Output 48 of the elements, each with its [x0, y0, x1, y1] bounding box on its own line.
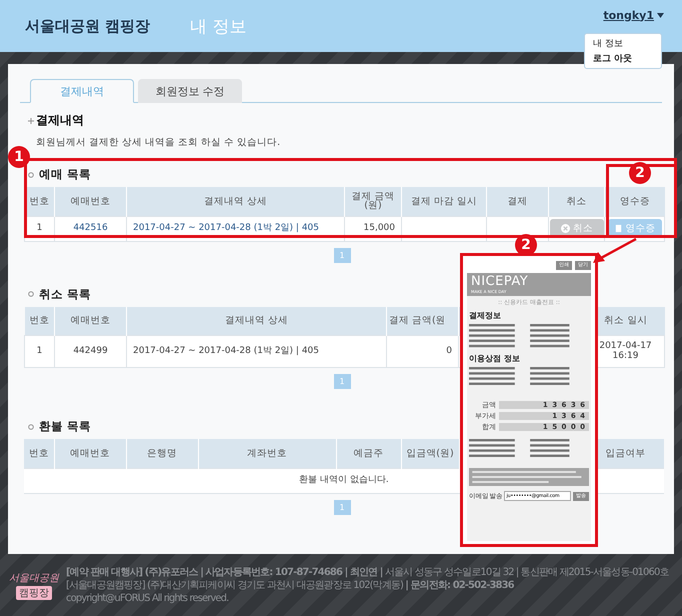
footer-text: [예약 판매 대행사] (주)유포러스 | 사업자등록번호: 107-87-74686 | 최인연 | 서울시 성동구 성수일로10길 32 | 통신판매 제2015-서울성동-01060호	[66, 566, 669, 578]
column-header: 결제 금액 (원)	[344, 187, 402, 216]
list-title: 취소 목록	[39, 286, 92, 302]
column-header: 결제	[486, 187, 548, 216]
plus-icon	[28, 118, 34, 124]
tab[interactable]: 회원정보 수정	[138, 79, 242, 103]
column-header: 예매번호	[54, 187, 126, 216]
column-header: 취소	[548, 187, 604, 216]
booking-number-link[interactable]: 442516	[73, 222, 108, 233]
close-circle-icon	[561, 224, 570, 233]
tab[interactable]: 결제내역	[30, 79, 134, 103]
column-header: 결제내역 상세	[126, 187, 344, 216]
column-header: 은행명	[126, 439, 198, 468]
menu-item[interactable]: 로그 아웃	[593, 52, 653, 65]
receipt-heading: 결제정보	[469, 310, 502, 321]
footer-text: copyright@uFORUS All rights reserved.	[66, 592, 230, 604]
document-icon	[614, 224, 622, 233]
bullet-icon	[28, 172, 34, 178]
column-header: 예매번호	[54, 306, 126, 336]
bullet-icon	[28, 424, 34, 430]
section-description: 회원님께서 결제한 상세 내역을 조회 하실 수 있습니다.	[36, 136, 282, 149]
column-header: 계좌번호	[198, 439, 336, 468]
footer-text: [서울대공원캠핑장] (주)대산기획피케이씨 경기도 과천시 대공원광장로 102(막계동) | 문의전화: 02-502-3836	[66, 580, 515, 590]
column-header: 결제내역 상세	[126, 306, 386, 336]
table-cell: 1	[24, 336, 54, 368]
column-header: 영수증	[604, 187, 664, 216]
column-header: 번호	[24, 306, 54, 336]
page-title: 내 정보	[190, 16, 248, 38]
column-header: 입금액(원)	[401, 439, 459, 468]
column-header: 예매번호	[54, 439, 126, 468]
table-cell: 2017-04-27 ~ 2017-04-28 (1박 2일) | 405	[126, 336, 386, 368]
user-menu-link[interactable]: tongky1	[603, 8, 664, 22]
column-header: 예금주	[336, 439, 401, 468]
receipt-heading: 이용상점 정보	[469, 353, 521, 364]
list-title: 예매 목록	[39, 167, 92, 182]
section-title: 결제내역	[36, 112, 84, 129]
column-header: 결제 금액(원	[386, 306, 458, 336]
caret-icon	[657, 12, 664, 18]
column-header: 번호	[24, 439, 54, 468]
menu-item[interactable]: 내 정보	[593, 37, 653, 50]
site-title: 서울대공원 캠핑장	[25, 16, 150, 36]
bullet-icon	[28, 291, 34, 297]
table-cell: 442499	[54, 336, 126, 368]
column-header: 결제 마감 일시	[402, 187, 486, 216]
column-header: 번호	[24, 187, 54, 216]
list-title: 환불 목록	[39, 419, 92, 434]
booking-detail-link[interactable]: 2017-04-27 ~ 2017-04-28 (1박 2일) | 405	[133, 222, 319, 233]
table-cell: 0	[386, 336, 458, 368]
